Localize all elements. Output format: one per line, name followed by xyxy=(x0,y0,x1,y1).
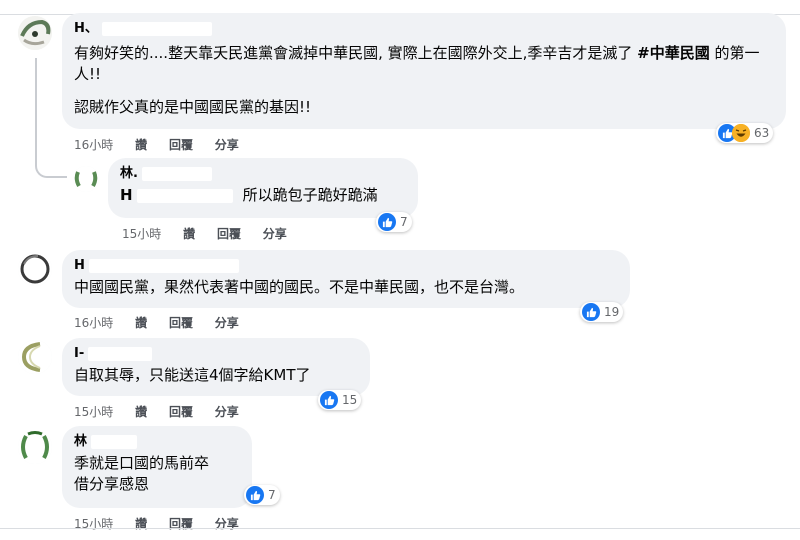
redacted-name xyxy=(88,346,153,361)
redacted-name xyxy=(91,434,138,449)
reply-button[interactable]: 回覆 xyxy=(217,227,241,241)
share-button[interactable]: 分享 xyxy=(263,227,287,241)
comment-text: H 所以跪包子跪好跪滿 xyxy=(120,186,378,204)
comment-text: 季就是口國的馬前卒 xyxy=(74,454,210,472)
commenter-name[interactable]: 林 xyxy=(74,434,240,450)
like-icon xyxy=(378,213,396,231)
reaction-summary[interactable]: 19 xyxy=(580,302,624,322)
like-icon xyxy=(246,486,264,504)
timestamp[interactable]: 15小時 xyxy=(74,405,113,419)
avatar[interactable] xyxy=(18,430,52,464)
reaction-count: 19 xyxy=(604,305,620,319)
like-icon xyxy=(320,391,338,409)
avatar[interactable] xyxy=(18,16,52,50)
haha-icon xyxy=(732,124,750,142)
comment-bubble: H、 有夠好笑的....整天靠夭民進黨會滅掉中華民國, 實際上在國際外交上,季辛… xyxy=(62,13,786,129)
comment-actions: 15小時 讚 回覆 分享 xyxy=(74,403,257,420)
avatar-image xyxy=(18,430,52,464)
redacted-mention xyxy=(136,188,233,203)
like-button[interactable]: 讚 xyxy=(135,405,147,419)
comment-text: 有夠好笑的....整天靠夭民進黨會滅掉中華民國, 實際上在國際外交上,季辛吉才是… xyxy=(74,44,760,83)
reaction-summary[interactable]: 7 xyxy=(244,485,280,505)
comment-bubble: 林. H 所以跪包子跪好跪滿 xyxy=(108,158,418,218)
share-button[interactable]: 分享 xyxy=(215,405,239,419)
avatar[interactable] xyxy=(18,340,52,374)
redacted-name xyxy=(101,21,212,36)
comment-text-line2: 借分享感恩 xyxy=(74,475,150,493)
comment-actions: 15小時 讚 回覆 分享 xyxy=(122,225,305,242)
reaction-summary[interactable]: 63 xyxy=(716,123,774,143)
reply-button[interactable]: 回覆 xyxy=(169,405,193,419)
commenter-name[interactable]: H、 xyxy=(74,21,774,37)
comment-bubble: I- 自取其辱，只能送這4個字給KMT了 xyxy=(62,338,370,396)
bottom-divider xyxy=(0,528,800,529)
comment-bubble: H 中國國民黨，果然代表著中國的國民。不是中華民國，也不是台灣。 xyxy=(62,250,630,308)
avatar-image xyxy=(18,16,52,50)
share-button[interactable]: 分享 xyxy=(215,316,239,330)
avatar-image xyxy=(18,340,52,374)
avatar[interactable] xyxy=(73,166,99,192)
comment-actions: 16小時 讚 回覆 分享 xyxy=(74,136,257,153)
comment-actions: 16小時 讚 回覆 分享 xyxy=(74,314,257,331)
like-button[interactable]: 讚 xyxy=(183,227,195,241)
hashtag-link[interactable]: #中華民國 xyxy=(637,44,710,62)
comment-text-line2: 認賊作父真的是中國國民黨的基因!! xyxy=(74,98,312,116)
commenter-name[interactable]: 林. xyxy=(120,166,406,182)
timestamp[interactable]: 16小時 xyxy=(74,138,113,152)
like-button[interactable]: 讚 xyxy=(135,316,147,330)
reaction-count: 7 xyxy=(400,215,408,229)
commenter-name[interactable]: H xyxy=(74,258,618,274)
avatar-image xyxy=(73,166,99,192)
reply-mention-link[interactable]: H xyxy=(120,186,133,204)
reply-button[interactable]: 回覆 xyxy=(169,316,193,330)
reaction-summary[interactable]: 7 xyxy=(376,212,412,232)
redacted-name xyxy=(88,258,239,273)
redacted-name xyxy=(141,166,212,181)
like-button[interactable]: 讚 xyxy=(135,138,147,152)
comment-text: 中國國民黨，果然代表著中國的國民。不是中華民國，也不是台灣。 xyxy=(74,278,525,296)
comment-text: 自取其辱，只能送這4個字給KMT了 xyxy=(74,366,311,384)
share-button[interactable]: 分享 xyxy=(215,138,239,152)
avatar[interactable] xyxy=(18,252,52,286)
reaction-summary[interactable]: 15 xyxy=(318,390,362,410)
timestamp[interactable]: 16小時 xyxy=(74,316,113,330)
reaction-count: 63 xyxy=(754,126,770,140)
comment-actions: 15小時 讚 回覆 分享 xyxy=(74,515,257,532)
commenter-name[interactable]: I- xyxy=(74,346,358,362)
reaction-count: 7 xyxy=(268,488,276,502)
comment-bubble: 林 季就是口國的馬前卒 借分享感恩 xyxy=(62,426,252,508)
reaction-count: 15 xyxy=(342,393,358,407)
timestamp[interactable]: 15小時 xyxy=(122,227,161,241)
reply-button[interactable]: 回覆 xyxy=(169,138,193,152)
like-icon xyxy=(582,303,600,321)
avatar-image xyxy=(18,252,52,286)
